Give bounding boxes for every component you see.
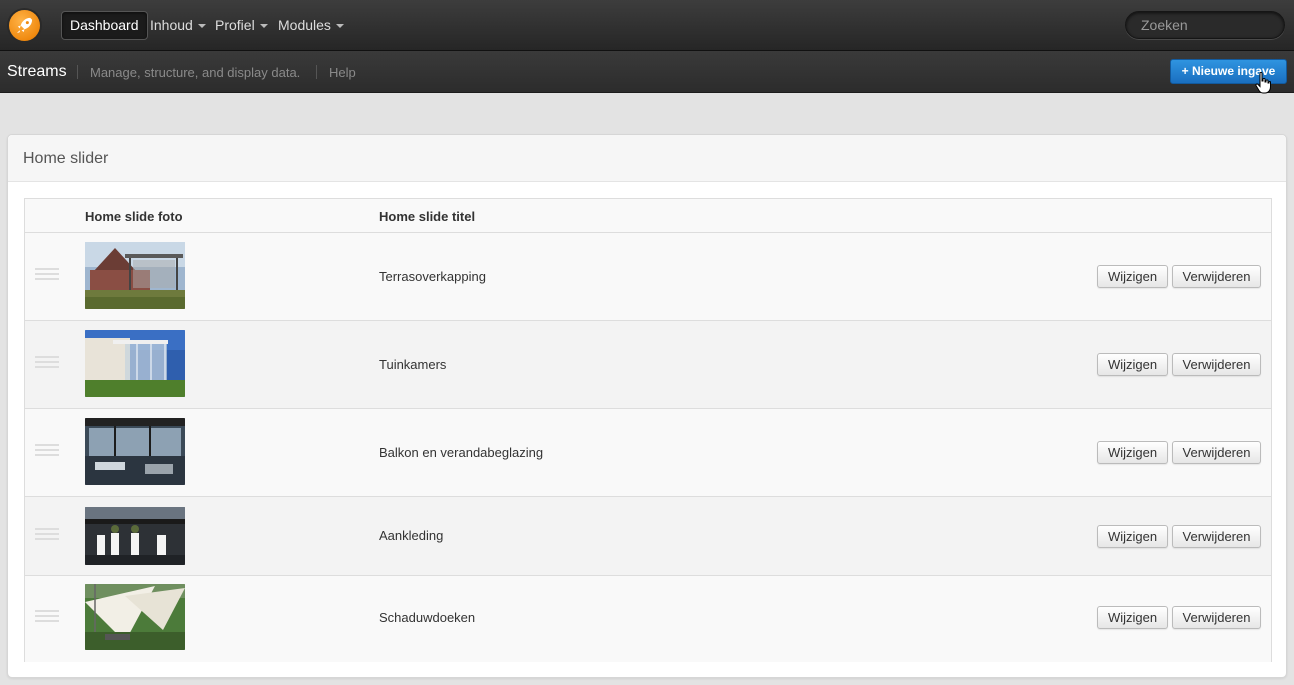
nav-inhoud-label: Inhoud [150,17,193,33]
caret-down-icon [197,24,206,29]
nav-modules-label: Modules [278,17,331,33]
slide-thumbnail [85,507,185,565]
module-subbar: Streams Manage, structure, and display d… [0,51,1294,93]
nav-profiel-label: Profiel [215,17,255,33]
nav-profiel[interactable]: Profiel [215,11,268,40]
divider [77,65,78,79]
slide-thumbnail [85,242,185,309]
slide-title: Tuinkamers [379,357,447,372]
home-slider-panel: Home slider Home slide foto Home slide t… [7,134,1287,678]
top-navbar: Dashboard Inhoud Profiel Modules [0,0,1294,51]
table-row: Schaduwdoeken Wijzigen Verwijderen [25,576,1271,662]
edit-button[interactable]: Wijzigen [1097,265,1168,288]
table-row: Aankleding Wijzigen Verwijderen [25,497,1271,576]
drag-handle-icon[interactable] [35,610,59,625]
edit-button[interactable]: Wijzigen [1097,525,1168,548]
delete-button[interactable]: Verwijderen [1172,265,1261,288]
slide-thumbnail [85,418,185,485]
panel-title: Home slider [23,150,109,167]
caret-down-icon [335,24,344,29]
hand-cursor-icon [1255,71,1271,97]
table-header: Home slide foto Home slide titel [25,199,1271,233]
column-header-title: Home slide titel [379,209,476,224]
slide-title: Terrasoverkapping [379,269,486,284]
nav-modules[interactable]: Modules [278,11,344,40]
panel-header: Home slider [8,135,1286,182]
caret-down-icon [259,24,268,29]
search-input[interactable] [1125,11,1285,39]
nav-dashboard[interactable]: Dashboard [61,11,148,40]
delete-button[interactable]: Verwijderen [1172,353,1261,376]
entries-table: Home slide foto Home slide titel Terraso… [24,198,1272,662]
delete-button[interactable]: Verwijderen [1172,525,1261,548]
drag-handle-icon[interactable] [35,268,59,283]
drag-handle-icon[interactable] [35,444,59,459]
drag-handle-icon[interactable] [35,356,59,371]
table-row: Terrasoverkapping Wijzigen Verwijderen [25,233,1271,321]
edit-button[interactable]: Wijzigen [1097,441,1168,464]
slide-thumbnail [85,584,185,650]
nav-inhoud[interactable]: Inhoud [150,11,206,40]
divider [316,65,317,79]
module-description: Manage, structure, and display data. [90,65,301,80]
slide-title: Aankleding [379,528,444,543]
drag-handle-icon[interactable] [35,528,59,543]
delete-button[interactable]: Verwijderen [1172,606,1261,629]
table-row: Balkon en verandabeglazing Wijzigen Verw… [25,409,1271,497]
slide-thumbnail [85,330,185,397]
slide-title: Schaduwdoeken [379,610,476,625]
edit-button[interactable]: Wijzigen [1097,606,1168,629]
help-link[interactable]: Help [329,65,356,80]
table-row: Tuinkamers Wijzigen Verwijderen [25,321,1271,409]
delete-button[interactable]: Verwijderen [1172,441,1261,464]
edit-button[interactable]: Wijzigen [1097,353,1168,376]
module-title: Streams [7,63,67,80]
slide-title: Balkon en verandabeglazing [379,445,544,460]
rocket-logo-icon[interactable] [9,10,40,41]
column-header-photo: Home slide foto [85,209,183,224]
